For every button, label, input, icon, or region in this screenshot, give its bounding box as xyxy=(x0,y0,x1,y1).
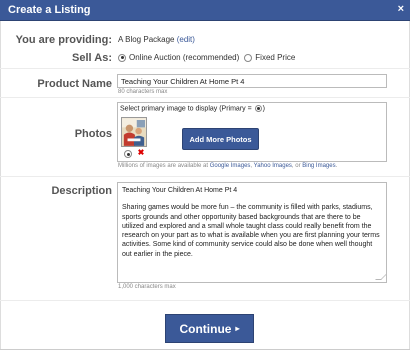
dialog-titlebar: Create a Listing × xyxy=(0,0,410,21)
close-icon[interactable]: × xyxy=(398,3,404,15)
primary-legend-radio-icon xyxy=(254,105,262,112)
fixed-price-radio[interactable] xyxy=(244,53,253,62)
product-name-input[interactable]: Teaching Your Children At Home Pt 4 xyxy=(117,74,387,88)
description-label: Description xyxy=(51,185,112,197)
description-title-line: Teaching Your Children At Home Pt 4 xyxy=(122,187,238,194)
description-hint: 1,000 characters max xyxy=(118,284,176,290)
sell-as-option-auction[interactable]: Online Auction (recommended) xyxy=(118,53,239,62)
photo-thumbnail[interactable] xyxy=(121,117,147,147)
bing-images-link[interactable]: Bing Images xyxy=(302,163,335,169)
resize-grip-icon[interactable] xyxy=(375,274,386,280)
yahoo-images-link[interactable]: Yahoo Images xyxy=(254,163,292,169)
google-images-link[interactable]: Google Images xyxy=(210,163,251,169)
sell-as-label: Sell As: xyxy=(72,52,112,64)
continue-label: Continue xyxy=(179,321,232,336)
delete-photo-icon[interactable]: ✖ xyxy=(137,149,145,157)
primary-image-radio[interactable] xyxy=(124,150,132,158)
photos-hint-sep2: , or xyxy=(291,163,301,169)
divider xyxy=(0,97,410,98)
primary-prompt-end: ) xyxy=(262,105,265,113)
providing-package-name: A Blog Package xyxy=(118,35,175,44)
primary-prompt-text: Select primary image to display (Primary… xyxy=(120,105,252,113)
auction-label: Online Auction (recommended) xyxy=(129,53,240,62)
description-textarea[interactable]: Teaching Your Children At Home Pt 4 Shar… xyxy=(117,182,387,283)
fixed-price-label: Fixed Price xyxy=(255,53,296,62)
edit-link[interactable]: (edit) xyxy=(177,35,195,44)
product-name-hint: 80 characters max xyxy=(118,89,168,95)
photos-hint-prefix: Millions of images are available at xyxy=(118,163,209,169)
divider xyxy=(0,300,410,301)
providing-label: You are providing: xyxy=(15,34,112,46)
divider xyxy=(0,68,410,69)
sell-as-options: Online Auction (recommended) Fixed Price xyxy=(118,53,300,62)
photos-hint-suffix: . xyxy=(335,163,338,169)
auction-radio[interactable] xyxy=(118,53,126,62)
photo-thumbnail-image xyxy=(122,118,146,146)
description-body: Sharing games would be more fun – the co… xyxy=(122,204,380,258)
sell-as-option-fixed-price[interactable]: Fixed Price xyxy=(244,53,295,62)
add-more-photos-button[interactable]: Add More Photos xyxy=(182,128,259,150)
product-name-label: Product Name xyxy=(37,78,112,90)
play-arrow-icon: ▸ xyxy=(235,324,240,333)
providing-value: A Blog Package (edit) xyxy=(118,35,195,44)
photos-hint-sep1: , xyxy=(250,163,253,169)
continue-button[interactable]: Continue ▸ xyxy=(165,314,254,343)
photos-box: Select primary image to display (Primary… xyxy=(117,102,387,162)
dialog-title: Create a Listing xyxy=(8,4,91,16)
divider xyxy=(0,176,410,177)
photos-hint: Millions of images are available at Goog… xyxy=(118,163,337,169)
photos-label: Photos xyxy=(74,128,112,140)
primary-image-prompt: Select primary image to display (Primary… xyxy=(120,105,265,112)
